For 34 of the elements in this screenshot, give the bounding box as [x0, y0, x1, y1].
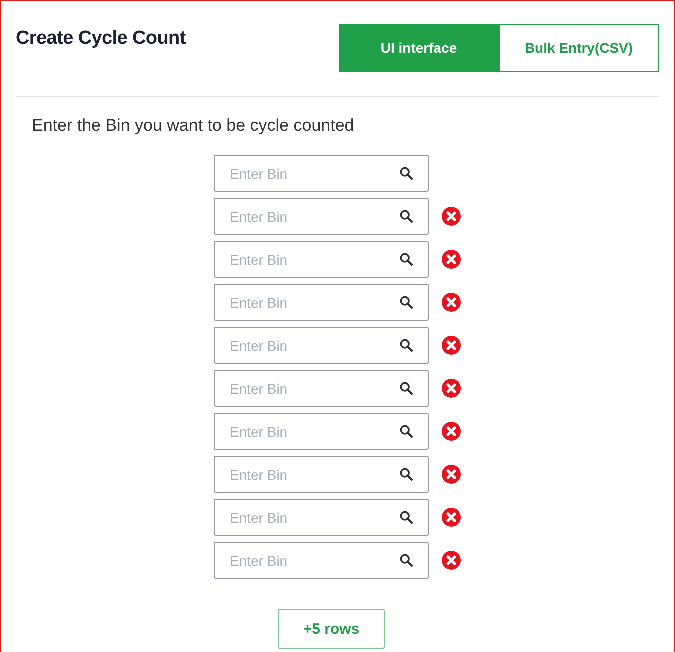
bin-search-field[interactable]: Enter Bin: [214, 241, 429, 278]
page-title: Create Cycle Count: [16, 28, 186, 50]
bin-search-field[interactable]: Enter Bin: [214, 155, 429, 192]
search-icon[interactable]: [400, 210, 413, 223]
remove-icon[interactable]: [442, 250, 461, 269]
bin-search-field[interactable]: Enter Bin: [214, 413, 429, 450]
search-icon[interactable]: [400, 382, 413, 395]
remove-icon[interactable]: [442, 422, 461, 441]
bin-search-field[interactable]: Enter Bin: [214, 327, 429, 364]
search-icon[interactable]: [400, 339, 413, 352]
search-icon[interactable]: [400, 253, 413, 266]
search-icon[interactable]: [400, 468, 413, 481]
remove-icon[interactable]: [442, 551, 461, 570]
search-icon[interactable]: [400, 554, 413, 567]
search-icon[interactable]: [400, 511, 413, 524]
bin-search-field[interactable]: Enter Bin: [214, 499, 429, 536]
bin-search-field[interactable]: Enter Bin: [214, 456, 429, 493]
prompt-text: Enter the Bin you want to be cycle counted: [32, 116, 356, 136]
bin-search-field[interactable]: Enter Bin: [214, 198, 429, 235]
remove-icon[interactable]: [442, 465, 461, 484]
remove-icon[interactable]: [442, 336, 461, 355]
remove-icon[interactable]: [442, 508, 461, 527]
tab[interactable]: Bulk Entry(CSV): [499, 24, 659, 72]
tab[interactable]: UI interface: [339, 24, 499, 72]
remove-icon[interactable]: [442, 379, 461, 398]
add-rows-button[interactable]: +5 rows: [278, 609, 385, 649]
search-icon[interactable]: [400, 167, 413, 180]
bin-search-field[interactable]: Enter Bin: [214, 370, 429, 407]
search-icon[interactable]: [400, 425, 413, 438]
search-icon[interactable]: [400, 296, 413, 309]
remove-icon[interactable]: [442, 293, 461, 312]
remove-icon[interactable]: [442, 207, 461, 226]
bin-search-field[interactable]: Enter Bin: [214, 542, 429, 579]
bin-search-field[interactable]: Enter Bin: [214, 284, 429, 321]
